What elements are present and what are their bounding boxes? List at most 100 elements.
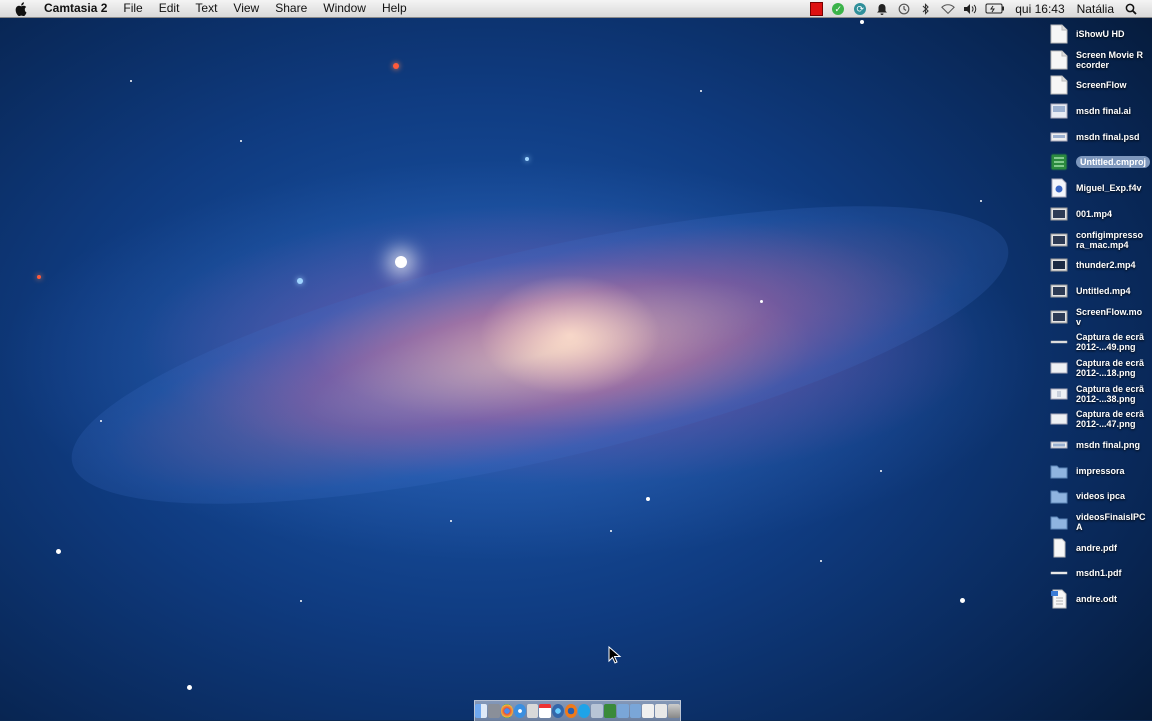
menu-file[interactable]: File (115, 0, 150, 17)
desktop-item-label: ScreenFlow.mov (1076, 307, 1143, 327)
desktop-item[interactable]: ScreenFlow (1046, 73, 1152, 97)
video-file-icon (1050, 230, 1068, 250)
chrome-icon[interactable] (500, 704, 513, 718)
time-machine-icon[interactable] (897, 3, 911, 15)
desktop-item[interactable]: impressora (1046, 459, 1152, 483)
star (880, 470, 882, 472)
desktop-item-label: msdn1.pdf (1076, 568, 1122, 578)
desktop-item[interactable]: Captura de ecrã 2012-...18.png (1046, 356, 1152, 380)
desktop-item-label: Miguel_Exp.f4v (1076, 183, 1142, 193)
desktop-item[interactable]: thunder2.mp4 (1046, 253, 1152, 277)
camtasia-icon[interactable] (603, 704, 616, 718)
bell-icon[interactable] (875, 3, 889, 15)
volume-icon[interactable] (963, 3, 977, 15)
desktop-item[interactable]: Captura de ecrã 2012-...49.png (1046, 330, 1152, 354)
applications-folder-icon[interactable] (616, 704, 629, 718)
desktop-item-label: 001.mp4 (1076, 209, 1113, 219)
desktop-item[interactable]: msdn1.pdf (1046, 561, 1152, 585)
desktop-item-label: videos ipca (1076, 491, 1126, 501)
star (646, 497, 650, 501)
finder-icon[interactable] (475, 704, 487, 718)
menu-view[interactable]: View (225, 0, 267, 17)
mail-icon[interactable] (526, 704, 539, 718)
star (56, 549, 61, 554)
star (700, 90, 702, 92)
trash-icon[interactable] (668, 704, 680, 718)
menu-edit[interactable]: Edit (151, 0, 188, 17)
desktop-item[interactable]: Untitled.cmproj (1046, 150, 1152, 174)
desktop-item-label: ScreenFlow (1076, 80, 1127, 90)
user-name[interactable]: Natália (1071, 2, 1120, 16)
video-file-icon (1050, 307, 1068, 327)
star (300, 600, 302, 602)
desktop-item[interactable]: 001.mp4 (1046, 202, 1152, 226)
desktop-item[interactable]: msdn final.png (1046, 433, 1152, 457)
system-preferences-icon[interactable] (487, 704, 500, 718)
desktop-item-label: iShowU HD (1076, 29, 1125, 39)
skype-icon[interactable] (578, 704, 590, 718)
desktop-item[interactable]: Captura de ecrã 2012-...47.png (1046, 407, 1152, 431)
star (240, 140, 242, 142)
menu-text[interactable]: Text (187, 0, 225, 17)
pdf-file-icon (1050, 563, 1068, 583)
sync-icon[interactable]: ⟳ (853, 2, 867, 15)
document-icon (1050, 24, 1068, 44)
screenshot-file-icon (1050, 358, 1068, 378)
image-file-icon (1050, 127, 1068, 147)
desktop-item-label: Captura de ecrã 2012-...49.png (1076, 332, 1145, 352)
safari-icon[interactable] (513, 704, 526, 718)
star (100, 420, 102, 422)
desktop-item-label: Captura de ecrã 2012-...47.png (1076, 409, 1145, 429)
bright-star (395, 256, 407, 268)
desktop-item[interactable]: ScreenFlow.mov (1046, 305, 1152, 329)
desktop-item[interactable]: andre.pdf (1046, 536, 1152, 560)
desktop-item[interactable]: iShowU HD (1046, 22, 1152, 46)
preview-icon[interactable] (590, 704, 603, 718)
desktop-item-label: videosFinaisIPCA (1076, 512, 1146, 532)
menu-help[interactable]: Help (374, 0, 415, 17)
menu-window[interactable]: Window (315, 0, 374, 17)
desktop-item[interactable]: Miguel_Exp.f4v (1046, 176, 1152, 200)
bluetooth-icon[interactable] (919, 2, 933, 15)
downloads-stack-icon[interactable] (655, 704, 668, 718)
folder-icon (1050, 461, 1068, 481)
red-star (37, 275, 41, 279)
menu-share[interactable]: Share (267, 0, 315, 17)
red-star (393, 63, 399, 69)
document-icon (1050, 50, 1068, 70)
desktop-item[interactable]: msdn final.psd (1046, 125, 1152, 149)
itunes-icon[interactable] (552, 704, 565, 718)
desktop-item-label: configimpressora_mac.mp4 (1076, 230, 1144, 250)
desktop-item[interactable]: configimpressora_mac.mp4 (1046, 228, 1152, 252)
desktop-item[interactable]: videos ipca (1046, 484, 1152, 508)
recording-icon[interactable] (809, 1, 823, 16)
document-icon (1050, 75, 1068, 95)
image-file-icon (1050, 435, 1068, 455)
desktop-item[interactable]: msdn final.ai (1046, 99, 1152, 123)
desktop-item-label: thunder2.mp4 (1076, 260, 1136, 270)
firefox-icon[interactable] (565, 704, 577, 718)
battery-icon[interactable] (985, 3, 1005, 15)
calendar-icon[interactable] (539, 704, 552, 718)
desktop-item[interactable]: Untitled.mp4 (1046, 279, 1152, 303)
spotlight-search-icon[interactable] (1124, 3, 1138, 15)
desktop-item[interactable]: Screen Movie Recorder (1046, 48, 1152, 72)
apple-icon[interactable] (14, 1, 28, 16)
clock[interactable]: qui 16:43 (1009, 2, 1070, 16)
blue-star (297, 278, 303, 284)
menu-bar: Camtasia 2 File Edit Text View Share Win… (0, 0, 1152, 18)
star (450, 520, 452, 522)
star (130, 80, 132, 82)
document-stack-icon[interactable] (642, 704, 655, 718)
desktop-item[interactable]: videosFinaisIPCA (1046, 510, 1152, 534)
menu-app-name[interactable]: Camtasia 2 (38, 0, 115, 17)
star (820, 560, 822, 562)
star (760, 300, 763, 303)
documents-folder-icon[interactable] (629, 704, 642, 718)
checkmark-icon[interactable]: ✓ (831, 2, 845, 15)
desktop-item[interactable]: Captura de ecrã 2012-...38.png (1046, 382, 1152, 406)
desktop-wallpaper (0, 0, 1152, 720)
wifi-icon[interactable] (941, 3, 956, 15)
blue-star (525, 157, 529, 161)
desktop-item[interactable]: andre.odt (1046, 587, 1152, 611)
